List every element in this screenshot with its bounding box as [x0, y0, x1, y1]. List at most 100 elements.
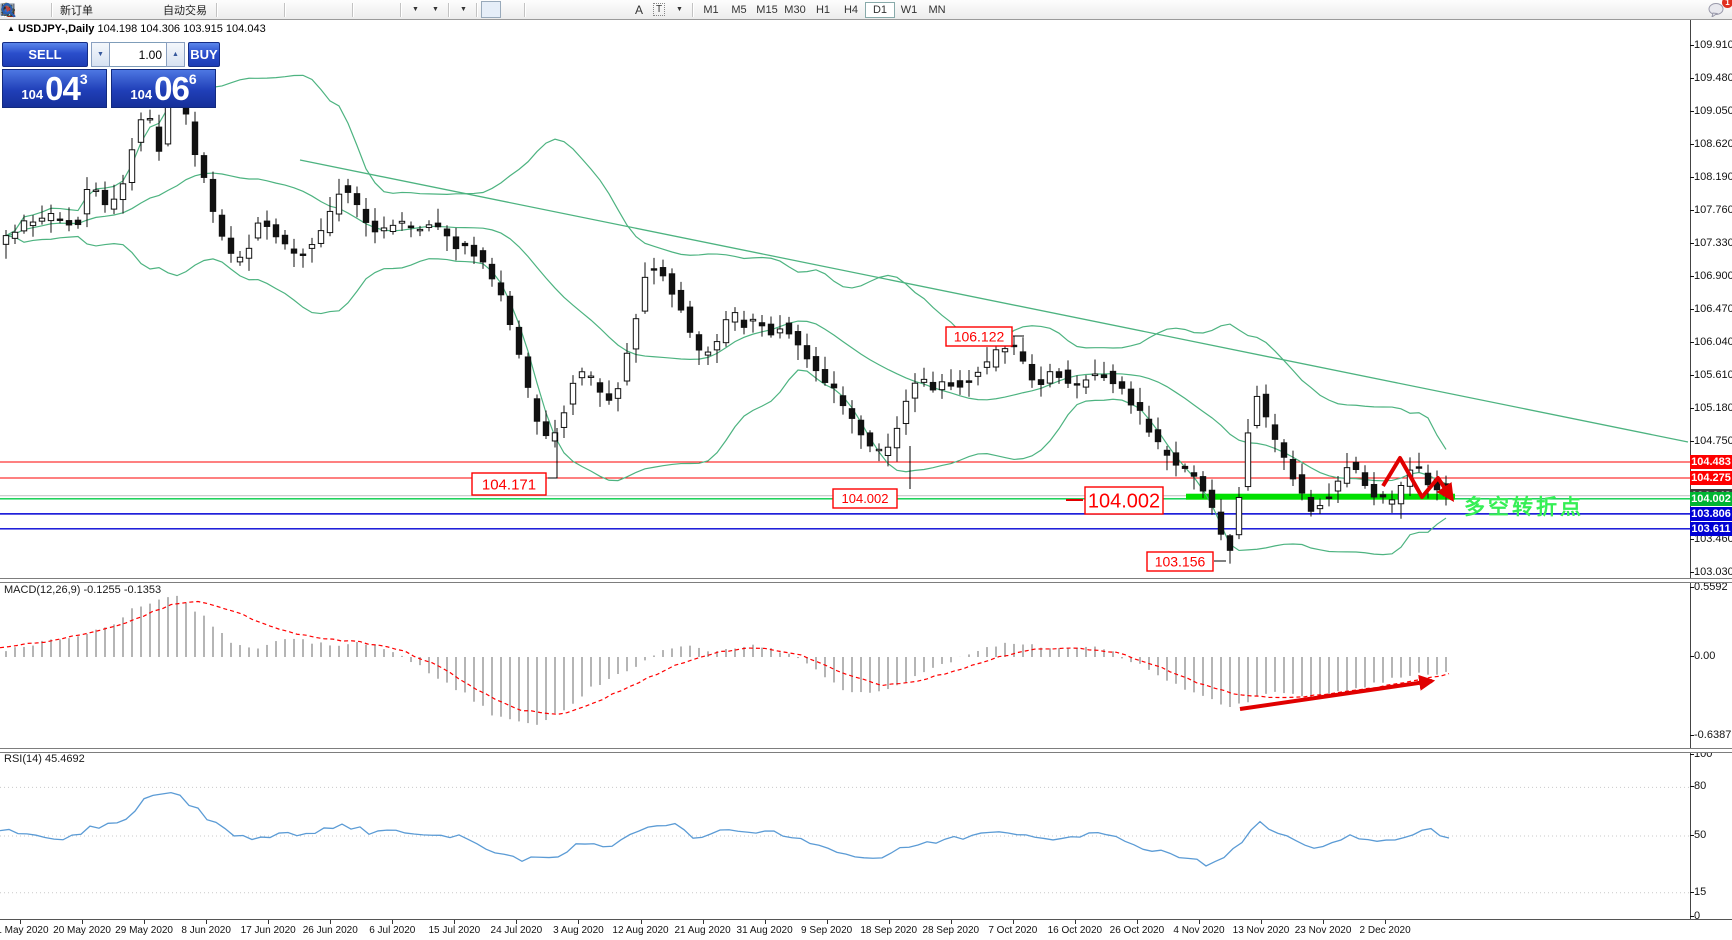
price-tick-104.750: 104.750	[1694, 435, 1732, 447]
price-label-106.122[interactable]: 106.122	[946, 327, 1012, 346]
hline-tool[interactable]	[549, 1, 569, 18]
candle	[957, 381, 962, 387]
tile-windows-icon[interactable]	[329, 1, 349, 18]
crosshair-tool[interactable]	[501, 1, 521, 18]
chat-icon[interactable]: 1	[1708, 1, 1728, 18]
candle	[561, 413, 566, 428]
timeframe-H4[interactable]: H4	[837, 3, 865, 17]
candle	[372, 221, 377, 232]
templates-icon[interactable]: ▼	[453, 1, 473, 18]
timeframe-H1[interactable]: H1	[809, 3, 837, 17]
candle	[1299, 475, 1304, 493]
data-window-icon[interactable]	[28, 1, 48, 18]
candle	[939, 382, 944, 390]
date-label: 20 May 2020	[53, 925, 111, 936]
svg-text:103.156: 103.156	[1155, 554, 1206, 570]
vline-tool[interactable]	[529, 1, 549, 18]
candle	[876, 449, 881, 450]
candle	[318, 231, 323, 244]
date-label: 24 Jul 2020	[491, 925, 543, 936]
candle	[111, 199, 116, 209]
search-icon[interactable]	[1684, 1, 1704, 18]
candle	[786, 323, 791, 334]
buy-price[interactable]: 104 06 6	[111, 69, 216, 108]
text-label-tool[interactable]: T	[649, 1, 669, 18]
annotation-note[interactable]: 多空转折点	[1464, 495, 1584, 519]
date-label: 23 Nov 2020	[1295, 925, 1352, 936]
date-label: 26 Oct 2020	[1110, 925, 1164, 936]
fibonacci-tool[interactable]: F	[609, 1, 629, 18]
timeframe-M1[interactable]: M1	[697, 3, 725, 17]
terminal-icon[interactable]	[119, 1, 139, 18]
periods-icon[interactable]: ▼	[425, 1, 445, 18]
auto-scroll-icon[interactable]	[357, 1, 377, 18]
time-axis[interactable]: 11 May 202020 May 202029 May 20208 Jun 2…	[0, 919, 1732, 940]
candle	[903, 401, 908, 423]
candle	[1110, 371, 1115, 383]
date-tick	[82, 920, 83, 924]
candle	[1389, 500, 1394, 504]
trendline-tool[interactable]	[569, 1, 589, 18]
timeframe-W1[interactable]: W1	[895, 3, 923, 17]
price-tick-109.050: 109.050	[1694, 105, 1732, 117]
date-label: 11 May 2020	[0, 925, 49, 936]
candle	[1281, 443, 1286, 457]
date-label: 2 Dec 2020	[1360, 925, 1411, 936]
candle	[138, 120, 143, 143]
timeframe-M15[interactable]: M15	[753, 3, 781, 17]
timeframe-M30[interactable]: M30	[781, 3, 809, 17]
candle	[714, 342, 719, 350]
rsi-tick-15: 15	[1694, 886, 1732, 898]
timeframe-D1[interactable]: D1	[865, 2, 895, 18]
date-label: 16 Oct 2020	[1048, 925, 1102, 936]
price-chart[interactable]: 104.171 104.002 104.002 106.122 103.156 多空转折点	[0, 19, 1690, 578]
new-order-button[interactable]: 新订单	[56, 1, 99, 18]
line-chart-type-icon[interactable]	[261, 1, 281, 18]
candle	[1245, 433, 1250, 487]
candle	[705, 352, 710, 355]
timeframe-MN[interactable]: MN	[923, 3, 951, 17]
cursor-tool[interactable]	[481, 1, 501, 18]
timeframe-M5[interactable]: M5	[725, 3, 753, 17]
volume-down-button[interactable]: ▼	[91, 42, 110, 67]
candle	[1164, 450, 1169, 455]
sell-button[interactable]: SELL	[2, 42, 88, 67]
price-tick-107.760: 107.760	[1694, 204, 1732, 216]
chart-shift-icon[interactable]	[377, 1, 397, 18]
bar-chart-type-icon[interactable]	[221, 1, 241, 18]
zigzag-arrow[interactable]	[1383, 458, 1452, 499]
channel-tool[interactable]: E	[589, 1, 609, 18]
panel-separator[interactable]	[0, 578, 1732, 583]
candle	[1128, 389, 1133, 405]
volume-up-button[interactable]: ▲	[166, 42, 185, 67]
date-tick	[827, 920, 828, 924]
candle-chart-type-icon[interactable]	[241, 1, 261, 18]
price-label-104.171[interactable]: 104.171	[472, 473, 546, 495]
panel-separator[interactable]	[0, 748, 1732, 753]
macd-trend-arrow[interactable]	[1240, 681, 1432, 709]
sell-price[interactable]: 104 04 3	[2, 69, 107, 108]
date-label: 12 Aug 2020	[612, 925, 668, 936]
volume-input[interactable]: 1.00	[110, 42, 166, 67]
zoom-in-icon[interactable]	[289, 1, 309, 18]
date-tick	[703, 920, 704, 924]
strategy-tester-icon[interactable]	[139, 1, 159, 18]
autotrading-label: 自动交易	[161, 2, 211, 18]
macd-panel[interactable]	[0, 581, 1690, 748]
candle	[444, 229, 449, 236]
buy-button[interactable]: BUY	[188, 42, 220, 67]
price-label-104.002[interactable]: 104.002	[1085, 487, 1163, 514]
price-tick-106.470: 106.470	[1694, 303, 1732, 315]
text-tool[interactable]: A	[629, 1, 649, 18]
price-label-104.002[interactable]: 104.002	[833, 489, 897, 508]
date-tick	[1261, 920, 1262, 924]
rsi-panel[interactable]	[0, 751, 1690, 919]
price-label-103.156[interactable]: 103.156	[1147, 552, 1213, 571]
metaeditor-icon[interactable]	[99, 1, 119, 18]
indicators-icon[interactable]: ▼	[405, 1, 425, 18]
arrows-tool[interactable]: ▼	[669, 1, 689, 18]
zoom-out-icon[interactable]	[309, 1, 329, 18]
candle	[282, 235, 287, 244]
autotrading-button[interactable]: 自动交易	[159, 1, 213, 18]
main-toolbar: 新订单 自动交易 ▼ ▼ ▼	[0, 0, 1732, 20]
